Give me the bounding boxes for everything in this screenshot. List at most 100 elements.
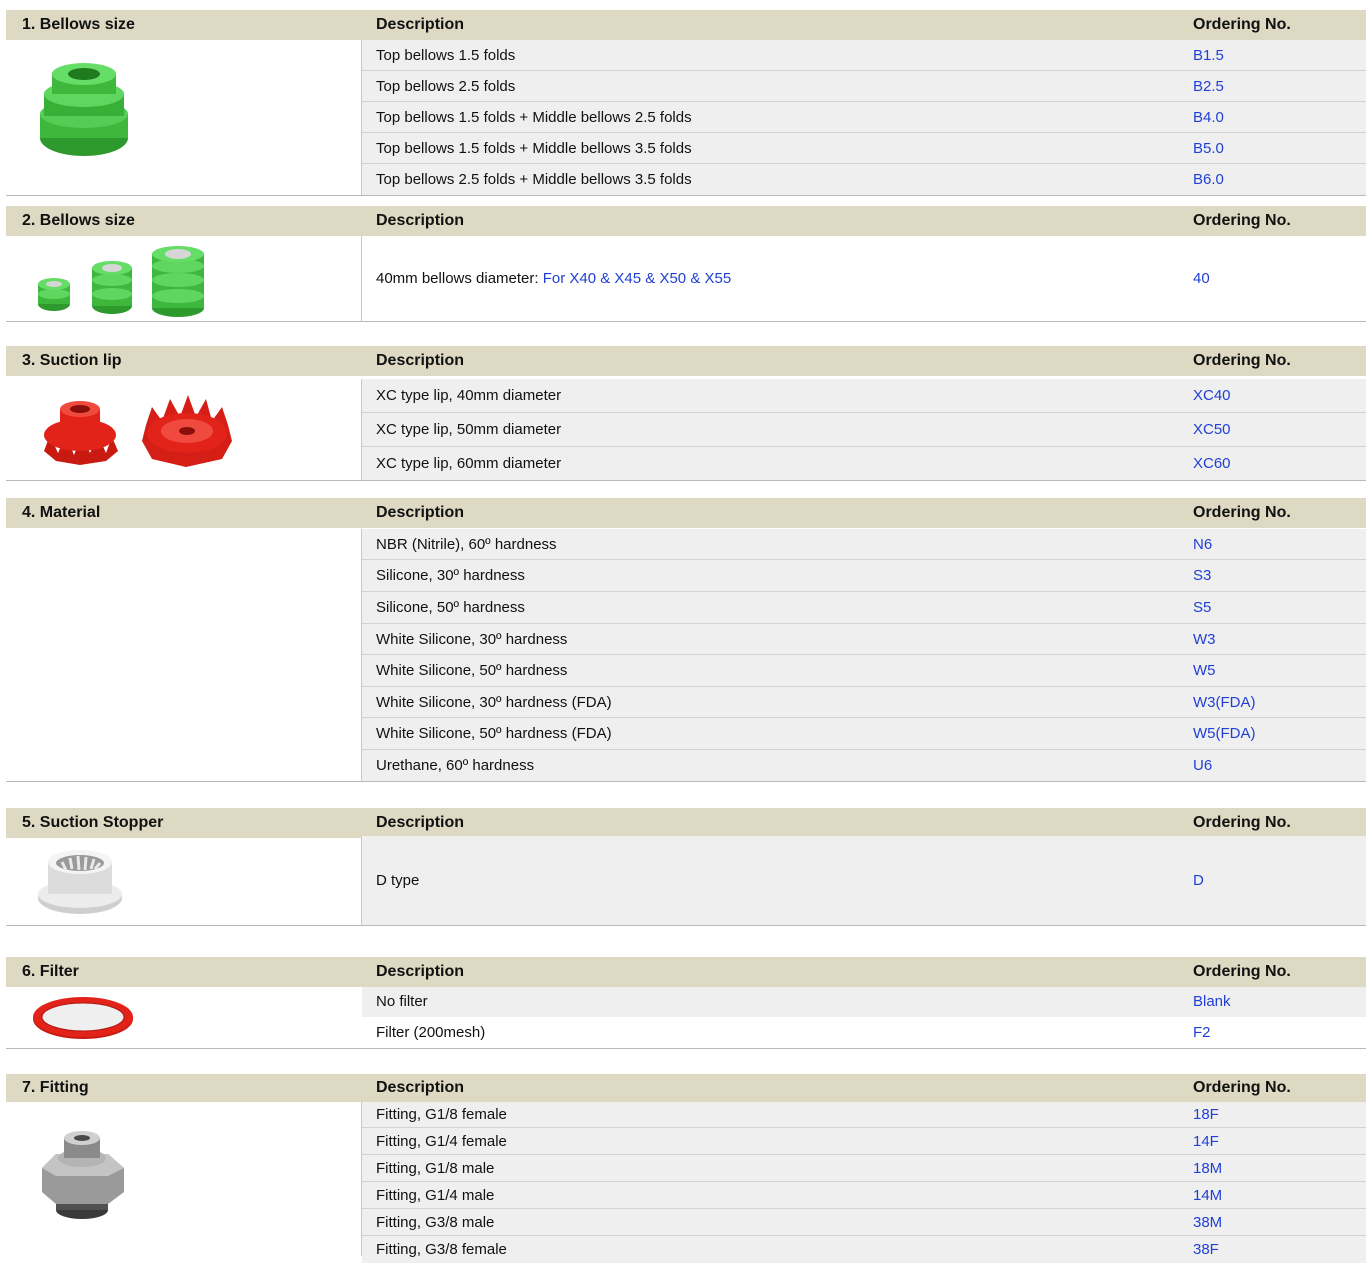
row-description: White Silicone, 30º hardness (FDA) xyxy=(376,694,612,711)
section-fitting: 7. Fitting Description Ordering No. Fitt… xyxy=(6,1074,1366,1263)
ordering-code-link[interactable]: F2 xyxy=(1193,1017,1211,1048)
ordering-code-link[interactable]: 14M xyxy=(1193,1182,1222,1209)
section-header: 7. Fitting Description Ordering No. xyxy=(6,1074,1366,1102)
table-row: White Silicone, 30º hardness W3 xyxy=(362,624,1366,655)
section-body: Top bellows 1.5 folds B1.5 Top bellows 2… xyxy=(6,40,1366,196)
compatible-models-link[interactable]: For X40 & X45 & X50 & X55 xyxy=(543,270,731,287)
section-body: XC type lip, 40mm diameter XC40 XC type … xyxy=(6,379,1366,481)
section-body: Fitting, G1/8 female 18F Fitting, G1/4 f… xyxy=(6,1102,1366,1263)
image-cell xyxy=(6,40,361,195)
row-description: Fitting, G3/8 female xyxy=(376,1241,507,1258)
section-header: 4. Material Description Ordering No. xyxy=(6,498,1366,528)
ordering-no-header: Ordering No. xyxy=(1193,504,1291,521)
description-header: Description xyxy=(376,352,465,369)
row-description: Fitting, G1/8 female xyxy=(376,1106,507,1123)
section-body: 40mm bellows diameter: For X40 & X45 & X… xyxy=(6,236,1366,322)
ordering-no-header: Ordering No. xyxy=(1193,212,1291,229)
ordering-code-link[interactable]: 40 xyxy=(1193,236,1210,321)
row-description: White Silicone, 30º hardness xyxy=(376,631,568,648)
row-description: XC type lip, 60mm diameter xyxy=(376,455,562,472)
ordering-code-link[interactable]: B6.0 xyxy=(1193,164,1224,195)
row-description: Fitting, G1/8 male xyxy=(376,1160,495,1177)
ordering-code-link[interactable]: XC40 xyxy=(1193,379,1231,413)
table-row: Fitting, G1/8 female 18F xyxy=(362,1102,1366,1128)
section-filter: 6. Filter Description Ordering No. No fi… xyxy=(6,957,1366,1049)
ordering-code-link[interactable]: B1.5 xyxy=(1193,40,1224,71)
ordering-code-link[interactable]: 14F xyxy=(1193,1128,1219,1155)
table-row: Top bellows 1.5 folds B1.5 xyxy=(362,40,1366,71)
section-bellows-diameter: 2. Bellows size Description Ordering No. xyxy=(6,206,1366,322)
row-description: Fitting, G3/8 male xyxy=(376,1214,495,1231)
ordering-code-link[interactable]: W3(FDA) xyxy=(1193,687,1256,718)
table-row: Urethane, 60º hardness U6 xyxy=(362,750,1366,781)
section-bellows-size: 1. Bellows size Description Ordering No.… xyxy=(6,10,1366,196)
image-cell xyxy=(6,987,361,1048)
table-row: Fitting, G1/8 male 18M xyxy=(362,1155,1366,1182)
ordering-code-link[interactable]: S5 xyxy=(1193,592,1211,624)
ordering-code-link[interactable]: N6 xyxy=(1193,529,1212,560)
table-row: Silicone, 50º hardness S5 xyxy=(362,592,1366,624)
ordering-code-link[interactable]: XC50 xyxy=(1193,413,1231,447)
row-description-text: 40mm bellows diameter: xyxy=(376,270,543,287)
row-description: NBR (Nitrile), 60º hardness xyxy=(376,536,557,553)
row-description: Top bellows 1.5 folds + Middle bellows 3… xyxy=(376,140,692,157)
section-material: 4. Material Description Ordering No. NBR… xyxy=(6,498,1366,782)
table-row: Fitting, G1/4 male 14M xyxy=(362,1182,1366,1209)
row-description: Silicone, 50º hardness xyxy=(376,599,525,616)
ordering-code-link[interactable]: D xyxy=(1193,836,1204,925)
table-row: No filter Blank xyxy=(362,987,1366,1017)
section-body: D type D xyxy=(6,836,1366,926)
ordering-code-link[interactable]: B4.0 xyxy=(1193,102,1224,133)
row-description: D type xyxy=(376,872,420,889)
table-row: D type D xyxy=(362,836,1366,925)
table-row: XC type lip, 50mm diameter XC50 xyxy=(362,413,1366,447)
table-row: 40mm bellows diameter: For X40 & X45 & X… xyxy=(362,236,1366,321)
ordering-code-link[interactable]: XC60 xyxy=(1193,447,1231,480)
section-title: 5. Suction Stopper xyxy=(22,814,164,831)
section-header: 3. Suction lip Description Ordering No. xyxy=(6,346,1366,376)
ordering-code-link[interactable]: B5.0 xyxy=(1193,133,1224,164)
section-header: 6. Filter Description Ordering No. xyxy=(6,957,1366,987)
ordering-code-link[interactable]: Blank xyxy=(1193,987,1231,1017)
ordering-code-link[interactable]: 38F xyxy=(1193,1236,1219,1263)
row-description: Fitting, G1/4 female xyxy=(376,1133,507,1150)
row-description: Fitting, G1/4 male xyxy=(376,1187,495,1204)
description-header: Description xyxy=(376,16,465,33)
row-description: Silicone, 30º hardness xyxy=(376,567,525,584)
ordering-code-link[interactable]: W3 xyxy=(1193,624,1216,655)
row-description: Top bellows 2.5 folds + Middle bellows 3… xyxy=(376,171,692,188)
ordering-no-header: Ordering No. xyxy=(1193,1079,1291,1096)
section-title: 7. Fitting xyxy=(22,1079,89,1096)
table-row: White Silicone, 50º hardness (FDA) W5(FD… xyxy=(362,718,1366,750)
ordering-code-link[interactable]: S3 xyxy=(1193,560,1211,592)
ordering-code-link[interactable]: 18F xyxy=(1193,1102,1219,1128)
table-row: White Silicone, 30º hardness (FDA) W3(FD… xyxy=(362,687,1366,718)
row-description: White Silicone, 50º hardness (FDA) xyxy=(376,725,612,742)
ordering-code-link[interactable]: 18M xyxy=(1193,1155,1222,1182)
description-header: Description xyxy=(376,814,465,831)
ordering-code-link[interactable]: 38M xyxy=(1193,1209,1222,1236)
section-title: 6. Filter xyxy=(22,963,79,980)
table-row: Silicone, 30º hardness S3 xyxy=(362,560,1366,592)
ordering-no-header: Ordering No. xyxy=(1193,963,1291,980)
row-description: Top bellows 2.5 folds xyxy=(376,78,516,95)
description-header: Description xyxy=(376,212,465,229)
table-row: Top bellows 1.5 folds + Middle bellows 2… xyxy=(362,102,1366,133)
ordering-code-link[interactable]: B2.5 xyxy=(1193,71,1224,102)
section-header: 2. Bellows size Description Ordering No. xyxy=(6,206,1366,236)
section-title: 2. Bellows size xyxy=(22,212,135,229)
section-suction-stopper: 5. Suction Stopper Description Ordering … xyxy=(6,808,1366,926)
ordering-code-link[interactable]: W5(FDA) xyxy=(1193,718,1256,750)
table-row: Filter (200mesh) F2 xyxy=(362,1017,1366,1048)
section-header: 5. Suction Stopper Description Ordering … xyxy=(6,808,1366,838)
image-cell xyxy=(6,836,361,925)
section-suction-lip: 3. Suction lip Description Ordering No. xyxy=(6,346,1366,481)
ordering-code-link[interactable]: U6 xyxy=(1193,750,1212,781)
table-row: NBR (Nitrile), 60º hardness N6 xyxy=(362,529,1366,560)
ordering-code-link[interactable]: W5 xyxy=(1193,655,1216,687)
ordering-no-header: Ordering No. xyxy=(1193,16,1291,33)
ordering-no-header: Ordering No. xyxy=(1193,352,1291,369)
green-bellows-icon xyxy=(40,63,128,156)
section-body: NBR (Nitrile), 60º hardness N6 Silicone,… xyxy=(6,529,1366,782)
image-cell xyxy=(6,379,361,480)
